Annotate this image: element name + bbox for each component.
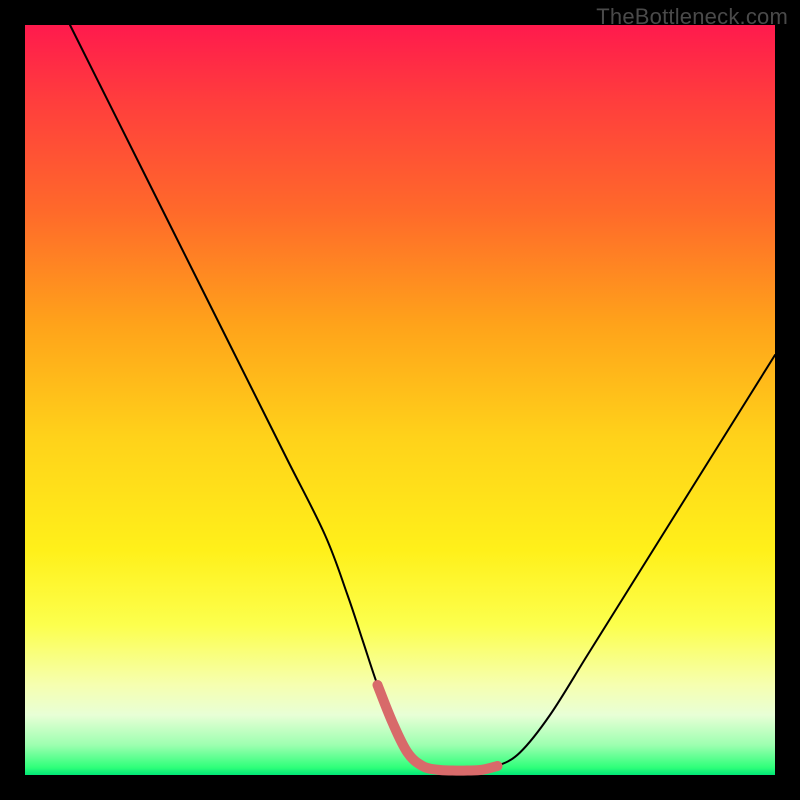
chart-svg — [25, 25, 775, 775]
curve-highlight — [378, 685, 498, 771]
watermark-text: TheBottleneck.com — [596, 4, 788, 30]
curve-line — [70, 25, 775, 771]
chart-frame: TheBottleneck.com — [0, 0, 800, 800]
plot-background — [25, 25, 775, 775]
